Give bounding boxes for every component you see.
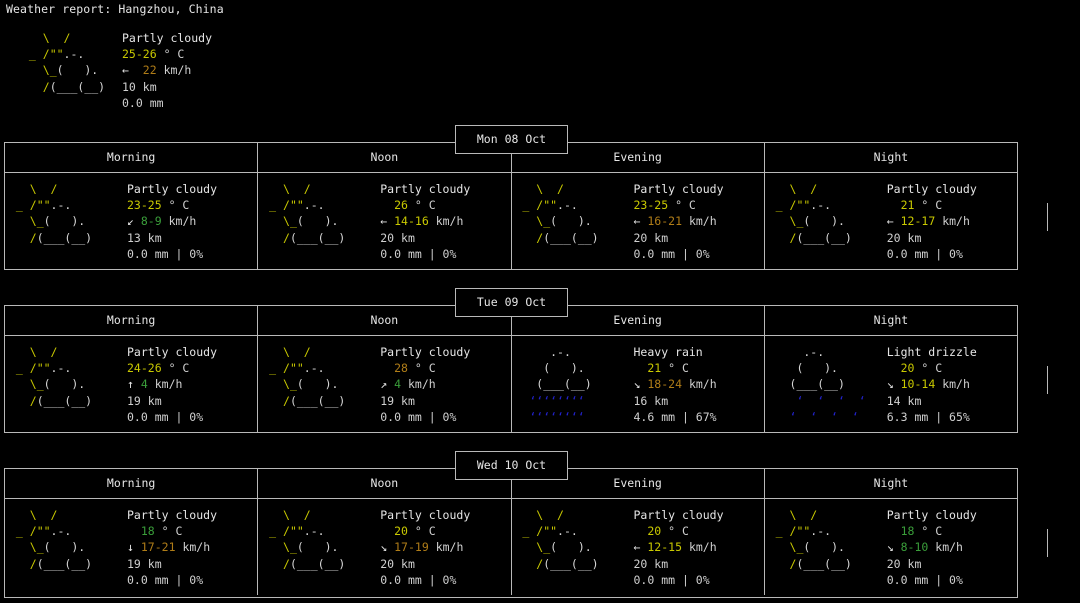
forecast-cell-info: Partly cloudy 18 ° C ↘ 8-10 km/h 20 km 0…	[886, 508, 977, 587]
column-header-night: Night	[873, 150, 909, 164]
forecast-cell-info: Partly cloudy 21 ° C ← 12-17 km/h 20 km …	[886, 182, 977, 261]
forecast-body-row: \ / _ /"".-. \_( ). /(___(__) Partly clou…	[5, 173, 1017, 269]
light-drizzle-icon: .-. ( ). (___(__) ‘ ‘ ‘ ‘ ‘ ‘ ‘ ‘	[768, 345, 866, 424]
partly-cloudy-icon: \ / _ /"".-. \_( ). /(___(__)	[9, 345, 93, 408]
partly-cloudy-icon: \ / _ /"".-. \_( ). /(___(__)	[9, 182, 93, 245]
column-header-morning: Morning	[5, 143, 259, 172]
forecast-cell-info: Heavy rain 21 ° C ↘ 18-24 km/h 16 km 4.6…	[633, 345, 717, 424]
forecast-cell-evening: .-. ( ). (___(__) ‘‘‘‘‘‘‘‘ ‘‘‘‘‘‘‘‘ Heavy…	[512, 336, 765, 432]
forecast-cell-info: Partly cloudy 28 ° C ↗ 4 km/h 19 km 0.0 …	[380, 345, 471, 424]
partly-cloudy-icon: \ / _ /"".-. \_( ). /(___(__)	[262, 182, 346, 245]
partly-cloudy-icon: \ / _ /"".-. \_( ). /(___(__)	[768, 508, 852, 571]
forecast-body-row: \ / _ /"".-. \_( ). /(___(__) Partly clou…	[5, 499, 1017, 595]
forecast-cell-night: \ / _ /"".-. \_( ). /(___(__) Partly clou…	[765, 173, 1017, 269]
forecast-cell-info: Partly cloudy 20 ° C ← 12-15 km/h 20 km …	[633, 508, 724, 587]
partly-cloudy-icon: \ / _ /"".-. \_( ). /(___(__)	[22, 31, 106, 94]
day-label-tab: Mon 08 Oct	[455, 125, 568, 154]
column-header-morning: Morning	[5, 469, 259, 498]
partly-cloudy-icon: \ / _ /"".-. \_( ). /(___(__)	[9, 508, 93, 571]
edge-artifact-bar	[1047, 529, 1048, 557]
column-header-night: Night	[873, 313, 909, 327]
forecast-body-row: \ / _ /"".-. \_( ). /(___(__) Partly clou…	[5, 336, 1017, 432]
forecast-cell-noon: \ / _ /"".-. \_( ). /(___(__) Partly clou…	[258, 499, 512, 595]
forecast-cell-evening: \ / _ /"".-. \_( ). /(___(__) Partly clou…	[512, 173, 765, 269]
partly-cloudy-icon: \ / _ /"".-. \_( ). /(___(__)	[515, 508, 599, 571]
forecast-cell-info: Partly cloudy 23-25 ° C ↙ 8-9 km/h 13 km…	[127, 182, 218, 261]
partly-cloudy-icon: \ / _ /"".-. \_( ). /(___(__)	[768, 182, 852, 245]
forecast-cell-noon: \ / _ /"".-. \_( ). /(___(__) Partly clou…	[258, 173, 512, 269]
forecast-cell-evening: \ / _ /"".-. \_( ). /(___(__) Partly clou…	[512, 499, 765, 595]
heavy-rain-icon: .-. ( ). (___(__) ‘‘‘‘‘‘‘‘ ‘‘‘‘‘‘‘‘	[515, 345, 592, 424]
forecast-cell-info: Partly cloudy 20 ° C ↘ 17-19 km/h 20 km …	[380, 508, 471, 587]
forecast-cell-info: Partly cloudy 23-25 ° C ← 16-21 km/h 20 …	[633, 182, 724, 261]
forecast-cell-info: Light drizzle 20 ° C ↘ 10-14 km/h 14 km …	[886, 345, 977, 424]
day-forecast-table: Morning Noon Evening Night \ / _ /"".-. \_(…	[4, 142, 1018, 270]
edge-artifact-bar	[1047, 366, 1048, 394]
partly-cloudy-icon: \ / _ /"".-. \_( ). /(___(__)	[262, 345, 346, 408]
current-conditions-info: Partly cloudy 25-26 ° C ← 22 km/h 10 km …	[122, 31, 213, 110]
forecast-cell-morning: \ / _ /"".-. \_( ). /(___(__) Partly clou…	[5, 336, 259, 432]
forecast-cell-morning: \ / _ /"".-. \_( ). /(___(__) Partly clou…	[5, 499, 259, 595]
column-header-night: Night	[873, 476, 909, 490]
forecast-cell-info: Partly cloudy 18 ° C ↓ 17-21 km/h 19 km …	[127, 508, 218, 587]
forecast-cell-night: \ / _ /"".-. \_( ). /(___(__) Partly clou…	[765, 499, 1017, 595]
column-header-morning: Morning	[5, 306, 259, 335]
forecast-cell-morning: \ / _ /"".-. \_( ). /(___(__) Partly clou…	[5, 173, 259, 269]
day-forecast-table: Morning Noon Evening Night \ / _ /"".-. \_(…	[4, 305, 1018, 433]
partly-cloudy-icon: \ / _ /"".-. \_( ). /(___(__)	[515, 182, 599, 245]
day-label-tab: Wed 10 Oct	[455, 451, 568, 480]
partly-cloudy-icon: \ / _ /"".-. \_( ). /(___(__)	[262, 508, 346, 571]
forecast-cell-night: .-. ( ). (___(__) ‘ ‘ ‘ ‘ ‘ ‘ ‘ ‘ Light d…	[765, 336, 1017, 432]
forecast-cell-noon: \ / _ /"".-. \_( ). /(___(__) Partly clou…	[258, 336, 512, 432]
forecast-cell-info: Partly cloudy 26 ° C ← 14-16 km/h 20 km …	[380, 182, 471, 261]
terminal-screen: Weather report: Hangzhou, China \ / _ /"…	[0, 0, 1080, 603]
current-conditions: \ / _ /"".-. \_( ). /(___(__) Partly clo…	[8, 30, 212, 111]
day-label-tab: Tue 09 Oct	[455, 288, 568, 317]
forecast-cell-info: Partly cloudy 24-26 ° C ↑ 4 km/h 19 km 0…	[127, 345, 218, 424]
edge-artifact-bar	[1047, 203, 1048, 231]
page-title: Weather report: Hangzhou, China	[6, 2, 224, 16]
day-forecast-table: Morning Noon Evening Night \ / _ /"".-. \_(…	[4, 468, 1018, 598]
